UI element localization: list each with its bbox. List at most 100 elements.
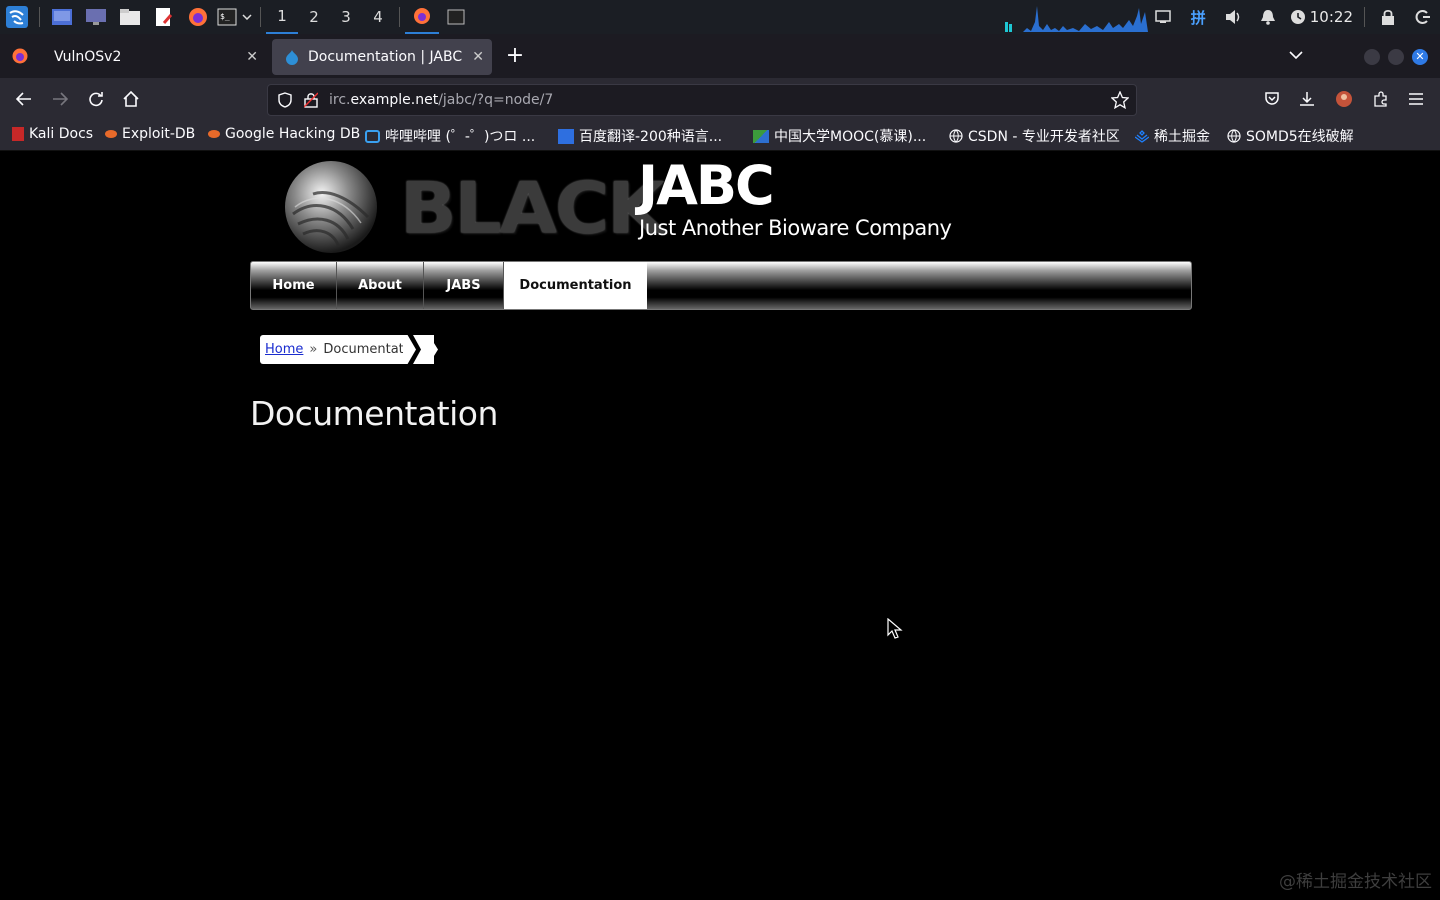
tab-strip: VulnOSv2 ✕ Documentation | JABC ✕ + ✕ xyxy=(0,34,1440,78)
breadcrumb-separator: » xyxy=(309,342,318,357)
navigation-toolbar: irc.example.net/jabc/?q=node/7 xyxy=(0,78,1440,120)
url-text[interactable]: irc.example.net/jabc/?q=node/7 xyxy=(329,92,553,108)
tab-documentation[interactable]: Documentation | JABC ✕ xyxy=(272,39,492,75)
taskbar-separator xyxy=(39,7,40,27)
url-path: /jabc/?q=node/7 xyxy=(438,92,554,108)
menu-item-about[interactable]: About xyxy=(337,262,424,309)
menu-item-documentation[interactable]: Documentation xyxy=(504,262,647,309)
forward-arrow-icon[interactable] xyxy=(49,88,71,110)
bookmark-google-hacking-db[interactable]: Google Hacking DB xyxy=(208,126,360,142)
breadcrumb-chevron-icon xyxy=(403,334,438,365)
bookmark-label: CSDN - 专业开发者社区 xyxy=(968,129,1120,145)
close-window-button[interactable]: ✕ xyxy=(1412,49,1428,65)
chevron-down-icon[interactable] xyxy=(239,0,255,34)
menu-item-jabs[interactable]: JABS xyxy=(424,262,504,309)
show-desktop-icon[interactable] xyxy=(45,0,79,34)
mooc-icon xyxy=(753,129,769,143)
page-content: BLACK JABC Just Another Bioware Company … xyxy=(0,152,1440,900)
extensions-puzzle-icon[interactable] xyxy=(1370,88,1392,110)
tab-close-icon[interactable]: ✕ xyxy=(246,49,258,65)
page-title: Documentation xyxy=(250,394,498,433)
reload-icon[interactable] xyxy=(85,88,107,110)
screen-mirror-icon[interactable] xyxy=(1146,0,1181,34)
terminal-launcher-icon[interactable]: $_ xyxy=(215,0,239,34)
juejin-icon xyxy=(1135,130,1149,143)
minimize-window-button[interactable] xyxy=(1364,49,1380,65)
bookmark-csdn[interactable]: CSDN - 专业开发者社区 xyxy=(949,126,1120,146)
taskbar-separator xyxy=(1364,7,1365,27)
bookmark-somd5[interactable]: SOMD5在线破解 xyxy=(1227,126,1354,146)
svg-text:$_: $_ xyxy=(220,12,230,21)
workspace-2[interactable]: 2 xyxy=(298,0,330,34)
firefox-view-icon[interactable] xyxy=(12,48,28,68)
bookmark-label: 哔哩哔哩 (゜-゜)つロ ... xyxy=(385,129,536,145)
bookmark-kali-docs[interactable]: Kali Docs xyxy=(12,126,93,142)
clock-icon xyxy=(1286,0,1310,34)
bookmark-label: Google Hacking DB xyxy=(225,126,361,142)
bookmark-exploit-db[interactable]: Exploit-DB xyxy=(105,126,195,142)
watermark: @稀土掘金技术社区 xyxy=(1279,872,1432,892)
system-taskbar: $_ 1 2 3 4 拼 10:22 xyxy=(0,0,1440,34)
clock-time[interactable]: 10:22 xyxy=(1310,8,1359,26)
account-avatar-icon[interactable] xyxy=(1333,88,1355,110)
bookmark-label: 百度翻译-200种语言... xyxy=(579,129,723,145)
downloads-icon[interactable] xyxy=(1296,88,1318,110)
url-host: example.net xyxy=(350,92,439,108)
drupal-favicon-icon xyxy=(286,50,298,65)
ghdb-icon xyxy=(208,130,220,138)
maximize-window-button[interactable] xyxy=(1388,49,1404,65)
site-slogan: Just Another Bioware Company xyxy=(639,216,952,240)
home-icon[interactable] xyxy=(120,88,142,110)
breadcrumb-home-link[interactable]: Home xyxy=(265,342,303,357)
bookmark-label: 稀土掘金 xyxy=(1154,129,1210,145)
volume-icon[interactable] xyxy=(1216,0,1251,34)
notification-bell-icon[interactable] xyxy=(1251,0,1286,34)
tab-title: Documentation | JABC xyxy=(308,49,463,65)
site-name[interactable]: JABC xyxy=(638,154,775,217)
list-all-tabs-chevron-icon[interactable] xyxy=(1289,47,1303,63)
bookmark-baidu-translate[interactable]: 百度翻译-200种语言... xyxy=(558,126,722,146)
url-bar[interactable]: irc.example.net/jabc/?q=node/7 xyxy=(267,84,1137,116)
screen-icon[interactable] xyxy=(79,0,113,34)
back-arrow-icon[interactable] xyxy=(13,88,35,110)
url-prefix: irc. xyxy=(329,92,351,108)
bookmark-label: 中国大学MOOC(慕课)... xyxy=(774,129,927,145)
workspace-1[interactable]: 1 xyxy=(266,0,298,34)
text-editor-icon[interactable] xyxy=(147,0,181,34)
file-manager-icon[interactable] xyxy=(113,0,147,34)
bookmark-label: Exploit-DB xyxy=(122,126,196,142)
globe-icon xyxy=(949,129,963,143)
tracking-protection-shield-icon[interactable] xyxy=(277,92,293,108)
site-logo-wordmark[interactable]: BLACK xyxy=(400,168,664,250)
hamburger-menu-icon[interactable] xyxy=(1405,88,1427,110)
insecure-lock-icon[interactable] xyxy=(304,92,318,108)
globe-icon xyxy=(1227,129,1241,143)
taskbar-separator xyxy=(260,7,261,27)
bookmark-juejin[interactable]: 稀土掘金 xyxy=(1135,126,1210,146)
menu-item-home[interactable]: Home xyxy=(251,262,337,309)
firefox-launcher-icon[interactable] xyxy=(181,0,215,34)
tab-vulnosv2[interactable]: VulnOSv2 ✕ xyxy=(42,39,266,75)
bookmark-mooc[interactable]: 中国大学MOOC(慕课)... xyxy=(753,126,926,146)
bilibili-icon xyxy=(365,129,380,143)
input-method-icon[interactable]: 拼 xyxy=(1181,0,1216,34)
bookmark-bilibili[interactable]: 哔哩哔哩 (゜-゜)つロ ... xyxy=(365,126,535,146)
logout-icon[interactable] xyxy=(1405,0,1440,34)
kali-docs-icon xyxy=(12,127,24,141)
pocket-icon[interactable] xyxy=(1261,88,1283,110)
workspace-3[interactable]: 3 xyxy=(330,0,362,34)
bookmarks-toolbar: Kali Docs Exploit-DB Google Hacking DB 哔… xyxy=(0,120,1440,151)
site-logo-orb-icon[interactable] xyxy=(283,159,379,255)
kali-menu-icon[interactable] xyxy=(0,0,34,34)
tab-title: VulnOSv2 xyxy=(54,49,122,65)
new-tab-plus-icon[interactable]: + xyxy=(503,45,527,69)
firefox-window-button[interactable] xyxy=(405,0,439,34)
bookmark-star-icon[interactable] xyxy=(1111,91,1129,109)
lock-icon[interactable] xyxy=(1370,0,1405,34)
terminal-window-button[interactable] xyxy=(439,0,473,34)
taskbar-separator xyxy=(399,7,400,27)
tab-close-icon[interactable]: ✕ xyxy=(472,49,484,65)
bookmark-label: Kali Docs xyxy=(29,126,94,142)
baidu-translate-icon xyxy=(558,128,574,144)
workspace-4[interactable]: 4 xyxy=(362,0,394,34)
